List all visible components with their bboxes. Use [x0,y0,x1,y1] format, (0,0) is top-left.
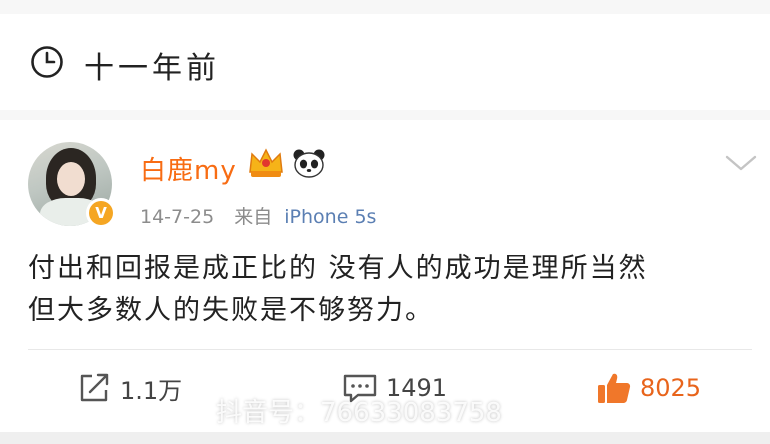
share-icon [80,373,109,402]
screen: 十一年前 V 白鹿my 14-7-25 来自 iPhone 5s 付出和回报是成… [0,0,770,444]
clock-icon [31,46,63,78]
post-text-line: 但大多数人的失败是不够努力。 [28,295,434,326]
username-link[interactable]: 白鹿my [140,150,237,187]
post-content: 付出和回报是成正比的 没有人的成功是理所当然 但大多数人的失败是不够努力。 [28,248,748,332]
panda-icon [293,149,325,178]
repost-count: 1.1万 [120,376,183,405]
post-date: 14-7-25 [140,206,215,228]
verified-badge-icon: V [86,198,116,228]
bottom-band [0,432,770,444]
repost-button[interactable]: 1.1万 [78,368,182,408]
post-source-link[interactable]: iPhone 5s [284,206,376,228]
from-label: 来自 [234,206,273,228]
post-meta: 14-7-25 来自 iPhone 5s [140,202,376,229]
douyin-watermark: 抖音号：76633083758 [216,398,502,428]
vip-crown-icon [249,148,283,177]
time-ago-label: 十一年前 [84,51,220,86]
like-count: 8025 [640,374,702,402]
chevron-down-icon[interactable] [724,152,758,174]
time-header: 十一年前 [0,14,770,110]
like-button[interactable]: 8025 [596,368,701,408]
post-text-line: 付出和回报是成正比的 没有人的成功是理所当然 [28,253,648,284]
divider [28,349,752,350]
thumbs-up-icon [598,373,631,403]
